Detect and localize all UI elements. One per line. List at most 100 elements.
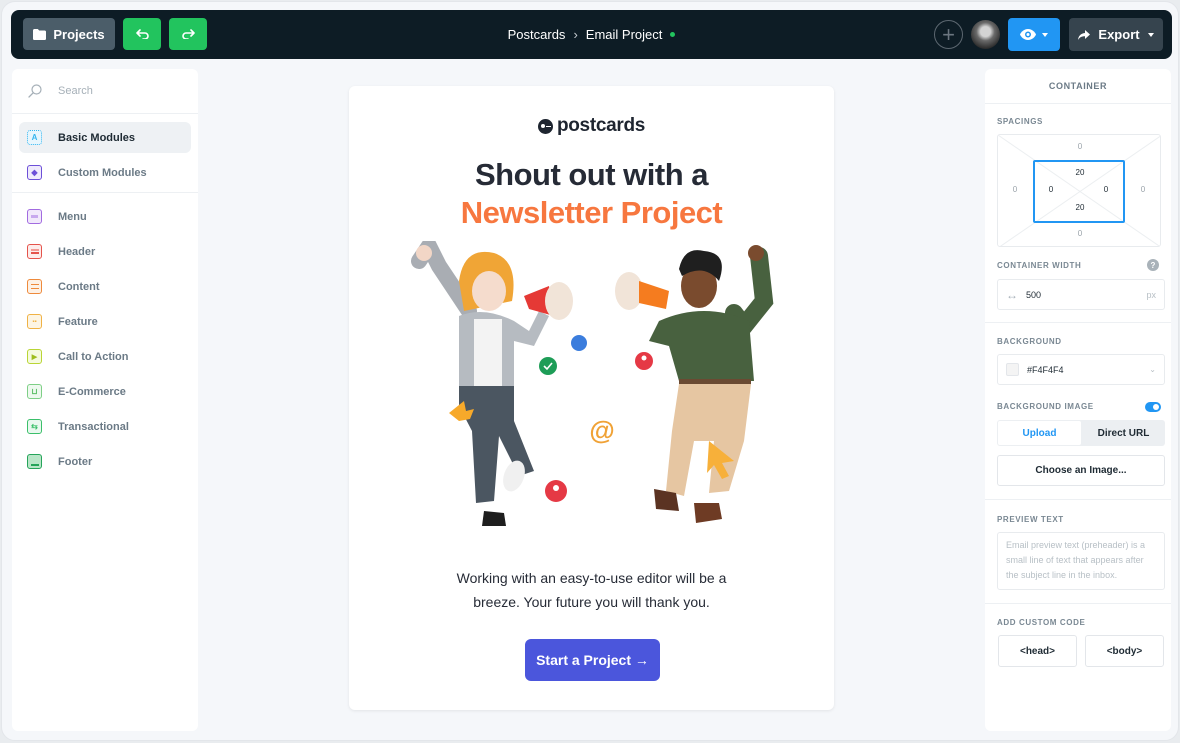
sidebar-item-call-to-action[interactable]: ▶ Call to Action — [19, 339, 191, 374]
background-color-value: #F4F4F4 — [1027, 364, 1064, 375]
container-width-label: CONTAINER WIDTH — [997, 261, 1082, 270]
panel-title: CONTAINER — [985, 69, 1171, 104]
headline-line-1: Shout out with a — [474, 157, 709, 192]
logo-text: postcards — [556, 115, 646, 136]
tab-direct-url[interactable]: Direct URL — [1082, 420, 1165, 446]
feature-module-icon: ▪▪ — [27, 314, 42, 329]
width-unit: px — [1146, 289, 1156, 300]
menu-module-icon — [27, 209, 42, 224]
width-value: 500 — [1026, 289, 1042, 300]
breadcrumb-separator: › — [573, 27, 578, 42]
sidebar-item-label: Transactional — [58, 420, 129, 433]
background-image-label: BACKGROUND IMAGE — [997, 402, 1094, 411]
sidebar-item-menu[interactable]: Menu — [19, 199, 191, 234]
email-body-text[interactable]: Working with an easy-to-use editor will … — [349, 566, 834, 614]
custom-modules-icon: ◆ — [27, 165, 42, 180]
sidebar-item-label: Header — [58, 245, 96, 258]
man-with-megaphone-figure — [615, 245, 774, 523]
transactional-icon: ⇆ — [27, 419, 42, 434]
eye-icon — [1020, 29, 1036, 40]
sidebar-item-footer[interactable]: Footer — [19, 444, 191, 479]
body-line-2: breeze. Your future you will thank you. — [473, 594, 710, 610]
choose-image-button[interactable]: Choose an Image... — [997, 455, 1165, 486]
sidebar-item-label: Footer — [58, 455, 93, 468]
container-width-input[interactable]: ↔ 500 px — [997, 279, 1165, 310]
chevron-down-icon — [1147, 32, 1154, 37]
hero-illustration[interactable]: @ — [404, 241, 784, 551]
start-project-button[interactable]: Start a Project → — [525, 639, 660, 681]
image-source-tabs: Upload Direct URL — [997, 420, 1165, 446]
horizontal-resize-icon: ↔ — [1006, 287, 1018, 302]
tab-upload[interactable]: Upload — [998, 421, 1081, 445]
padding-bottom-input[interactable]: 20 — [1070, 203, 1090, 212]
preview-button[interactable] — [1008, 18, 1060, 51]
margin-left-input[interactable]: 0 — [1005, 185, 1025, 194]
margin-top-input[interactable]: 0 — [1070, 142, 1090, 151]
cart-icon: ⊔ — [27, 384, 42, 399]
modules-sidebar: Search A Basic Modules ◆ Custom Modules … — [12, 69, 198, 731]
search-icon — [28, 84, 42, 98]
export-label: Export — [1098, 27, 1140, 42]
call-to-action-icon: ▶ — [27, 349, 42, 364]
email-canvas[interactable]: postcards Shout out with a Newsletter Pr… — [349, 86, 834, 710]
sidebar-item-label: E-Commerce — [58, 385, 126, 398]
check-badge-icon — [539, 357, 557, 375]
sidebar-divider — [12, 192, 198, 193]
basic-modules-icon: A — [27, 130, 42, 145]
header-module-icon — [27, 244, 42, 259]
plus-icon: + — [942, 21, 955, 47]
sidebar-item-label: Feature — [58, 315, 98, 328]
preview-text-label: PREVIEW TEXT — [997, 515, 1064, 524]
brand-logo: postcards — [349, 115, 834, 137]
sidebar-item-transactional[interactable]: ⇆ Transactional — [19, 409, 191, 444]
padding-top-input[interactable]: 20 — [1070, 168, 1090, 177]
breadcrumb-current: Email Project — [585, 27, 663, 42]
sidebar-item-content[interactable]: Content — [19, 269, 191, 304]
margin-bottom-input[interactable]: 0 — [1070, 229, 1090, 238]
padding-right-input[interactable]: 0 — [1096, 185, 1116, 194]
saved-status-dot — [670, 32, 676, 37]
headline-line-2: Newsletter Project — [460, 195, 723, 230]
sidebar-item-label: Menu — [58, 210, 87, 223]
sidebar-item-label: Call to Action — [58, 350, 129, 363]
sidebar-item-header[interactable]: Header — [19, 234, 191, 269]
sidebar-item-custom-modules[interactable]: ◆ Custom Modules — [19, 157, 191, 188]
preview-text-input[interactable]: Email preview text (preheader) is a smal… — [997, 532, 1165, 590]
padding-left-input[interactable]: 0 — [1041, 185, 1061, 194]
body-code-button[interactable]: <body> — [1085, 635, 1164, 667]
editor-window: Projects Postcards › Email Project + Exp… — [1, 1, 1179, 741]
sidebar-item-e-commerce[interactable]: ⊔ E-Commerce — [19, 374, 191, 409]
properties-panel: CONTAINER SPACINGS 0 0 0 0 20 20 0 0 CON… — [985, 69, 1171, 731]
add-collaborator-button[interactable]: + — [934, 20, 963, 49]
user-avatar[interactable] — [971, 20, 1000, 49]
export-button[interactable]: Export — [1069, 18, 1163, 51]
section-divider — [985, 499, 1171, 500]
spacing-editor: 0 0 0 0 20 20 0 0 — [997, 134, 1161, 247]
section-divider — [985, 322, 1171, 323]
color-swatch — [1006, 363, 1019, 376]
sidebar-item-label: Basic Modules — [58, 131, 136, 144]
help-icon[interactable]: ? — [1147, 259, 1159, 271]
spacings-label: SPACINGS — [997, 117, 1043, 126]
background-image-toggle[interactable] — [1145, 402, 1161, 412]
sidebar-item-label: Content — [58, 280, 100, 293]
share-arrow-icon — [1078, 29, 1091, 40]
blue-badge-icon — [571, 335, 587, 351]
email-headline[interactable]: Shout out with a Newsletter Project — [349, 156, 834, 232]
custom-code-label: ADD CUSTOM CODE — [997, 618, 1086, 627]
body-line-1: Working with an easy-to-use editor will … — [456, 570, 727, 586]
sidebar-item-label: Custom Modules — [58, 166, 147, 179]
margin-right-input[interactable]: 0 — [1133, 185, 1153, 194]
head-code-button[interactable]: <head> — [998, 635, 1077, 667]
content-module-icon — [27, 279, 42, 294]
search-field[interactable]: Search — [12, 69, 198, 114]
sidebar-item-basic-modules[interactable]: A Basic Modules — [19, 122, 191, 153]
breadcrumb-root[interactable]: Postcards — [508, 27, 566, 42]
search-placeholder: Search — [58, 85, 93, 97]
sidebar-item-feature[interactable]: ▪▪ Feature — [19, 304, 191, 339]
section-divider — [985, 603, 1171, 604]
footer-module-icon — [27, 454, 42, 469]
chevron-down-icon — [1042, 32, 1048, 37]
background-label: BACKGROUND — [997, 337, 1062, 346]
background-color-select[interactable]: #F4F4F4 ⌄ — [997, 354, 1165, 385]
